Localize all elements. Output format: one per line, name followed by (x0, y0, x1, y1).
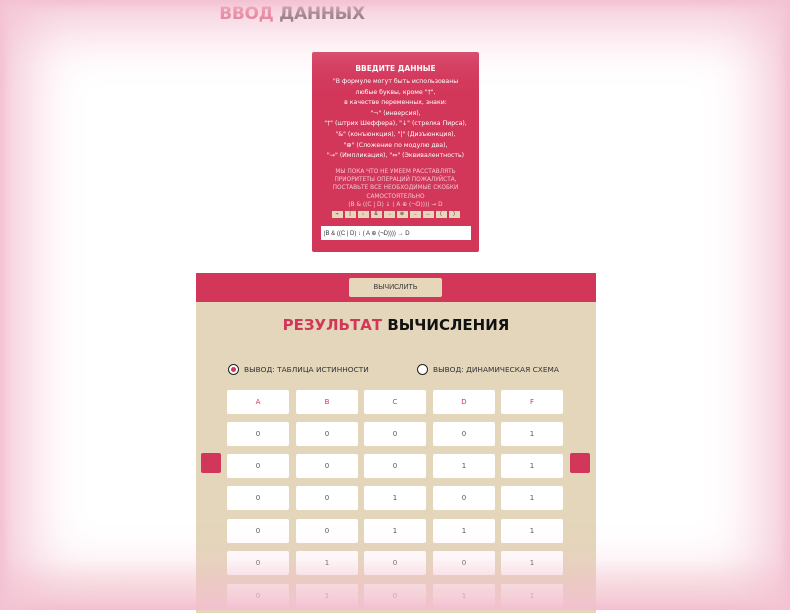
operator-button-xor[interactable]: ⊕ (396, 211, 408, 219)
table-cell: 0 (296, 486, 358, 510)
column-header-b: B (296, 390, 358, 414)
hint-line: "†" (штрих Шеффера), "↓" (стрелка Пирса)… (324, 120, 467, 128)
syntax-hint: "В формуле могут быть использованы любые… (312, 77, 479, 162)
table-cell: 1 (364, 519, 426, 543)
example-formula: (B & ((C | D) ↓ ( A ⊕ (¬D)))) → D (348, 201, 443, 208)
operator-button-implication[interactable]: → (383, 211, 395, 219)
priority-warning: МЫ ПОКА ЧТО НЕ УМЕЕМ РАССТАВЛЯТЬ ПРИОРИТ… (312, 168, 479, 209)
operator-button-not[interactable]: ¬ (331, 211, 343, 219)
table-cell: 1 (501, 519, 563, 543)
table-cell: 1 (433, 519, 495, 543)
table-cell: 1 (296, 551, 358, 575)
table-cell: 0 (364, 551, 426, 575)
table-cell: 1 (364, 486, 426, 510)
radio-dynamic-scheme-label: ВЫВОД: ДИНАМИЧЕСКАЯ СХЕМА (433, 364, 559, 374)
result-title-accent: РЕЗУЛЬТАТ (282, 316, 383, 334)
operator-button-or[interactable]: | (344, 211, 356, 219)
table-cell: 1 (501, 454, 563, 478)
table-cell: 0 (227, 422, 289, 446)
radio-dynamic-scheme[interactable]: ВЫВОД: ДИНАМИЧЕСКАЯ СХЕМА (417, 362, 559, 376)
result-title-rest: ВЫЧИСЛЕНИЯ (387, 316, 510, 334)
operator-button-and[interactable]: & (370, 211, 382, 219)
page-title-accent: ВВОД (219, 4, 274, 24)
warning-line: МЫ ПОКА ЧТО НЕ УМЕЕМ РАССТАВЛЯТЬ (335, 168, 456, 175)
column-header-f: F (501, 390, 563, 414)
table-cell: 0 (227, 486, 289, 510)
column-header-d: D (433, 390, 495, 414)
radio-selected-icon[interactable] (228, 363, 239, 375)
table-cell: 1 (501, 422, 563, 446)
table-cell: 1 (433, 584, 495, 608)
operator-toolbar: ¬ | ↓ & → ⊕ → ↔ ( ) (312, 211, 479, 219)
operator-button-equivalence[interactable]: ↔ (422, 211, 434, 219)
input-card: ВВЕДИТЕ ДАННЫЕ "В формуле могут быть исп… (312, 52, 479, 252)
table-cell: 0 (296, 519, 358, 543)
table-cell: 1 (433, 454, 495, 478)
operator-button-close-paren[interactable]: ) (448, 211, 460, 219)
table-cell: 0 (364, 584, 426, 608)
table-cell: 0 (433, 551, 495, 575)
column-header-a: A (227, 390, 289, 414)
warning-line: ПОСТАВЬТЕ ВСЕ НЕОБХОДИМЫЕ СКОБКИ (332, 185, 459, 192)
table-cell: 0 (227, 584, 289, 608)
hint-line: "&" (конъюнкция), "|" (Дизъюнкция), (335, 130, 456, 138)
result-panel-header: ВЫЧИСЛИТЬ (196, 273, 596, 302)
table-cell: 0 (227, 454, 289, 478)
warning-line: ПРИОРИТЕТЫ ОПЕРАЦИЙ ПОЖАЛУЙСТА, (334, 177, 457, 184)
table-cell: 1 (501, 551, 563, 575)
scroll-left-button[interactable] (201, 453, 221, 473)
column-header-c: C (364, 390, 426, 414)
hint-line: в качестве переменных, знаки: (344, 99, 447, 107)
operator-button-arrow[interactable]: → (409, 211, 421, 219)
table-cell: 1 (296, 584, 358, 608)
radio-truth-table-label: ВЫВОД: ТАБЛИЦА ИСТИННОСТИ (244, 364, 369, 374)
radio-truth-table[interactable]: ВЫВОД: ТАБЛИЦА ИСТИННОСТИ (228, 362, 369, 376)
operator-button-pierce[interactable]: ↓ (357, 211, 369, 219)
table-cell: 0 (296, 422, 358, 446)
formula-input[interactable] (320, 226, 471, 241)
table-cell: 0 (227, 551, 289, 575)
input-card-title: ВВЕДИТЕ ДАННЫЕ (355, 64, 436, 73)
calculate-button[interactable]: ВЫЧИСЛИТЬ (349, 278, 442, 297)
hint-line: "→" (Импликация), "⇔" (Эквивалентность) (326, 152, 465, 160)
operator-button-open-paren[interactable]: ( (435, 211, 447, 219)
table-cell: 0 (433, 486, 495, 510)
radio-unselected-icon[interactable] (417, 363, 428, 375)
table-cell: 0 (364, 454, 426, 478)
warning-line: САМОСТОЯТЕЛЬНО (366, 193, 425, 200)
table-cell: 0 (364, 422, 426, 446)
hint-line: "¬" (инверсия), (370, 109, 421, 117)
result-panel: ВЫЧИСЛИТЬ РЕЗУЛЬТАТ ВЫЧИСЛЕНИЯ ВЫВОД: ТА… (196, 273, 596, 613)
hint-line: "⊕" (Сложение по модулю два), (343, 141, 448, 149)
hint-line: "В формуле могут быть использованы (332, 78, 459, 85)
table-cell: 0 (296, 454, 358, 478)
table-cell: 0 (433, 422, 495, 446)
page-title: ВВОД ДАННЫХ (0, 4, 584, 24)
result-title: РЕЗУЛЬТАТ ВЫЧИСЛЕНИЯ (196, 316, 596, 334)
hint-line: любые буквы, кроме "†", (355, 88, 436, 96)
scroll-right-button[interactable] (570, 453, 590, 473)
table-cell: 1 (501, 584, 563, 608)
table-cell: 0 (227, 519, 289, 543)
page-title-rest: ДАННЫХ (279, 4, 365, 24)
table-cell: 1 (501, 486, 563, 510)
